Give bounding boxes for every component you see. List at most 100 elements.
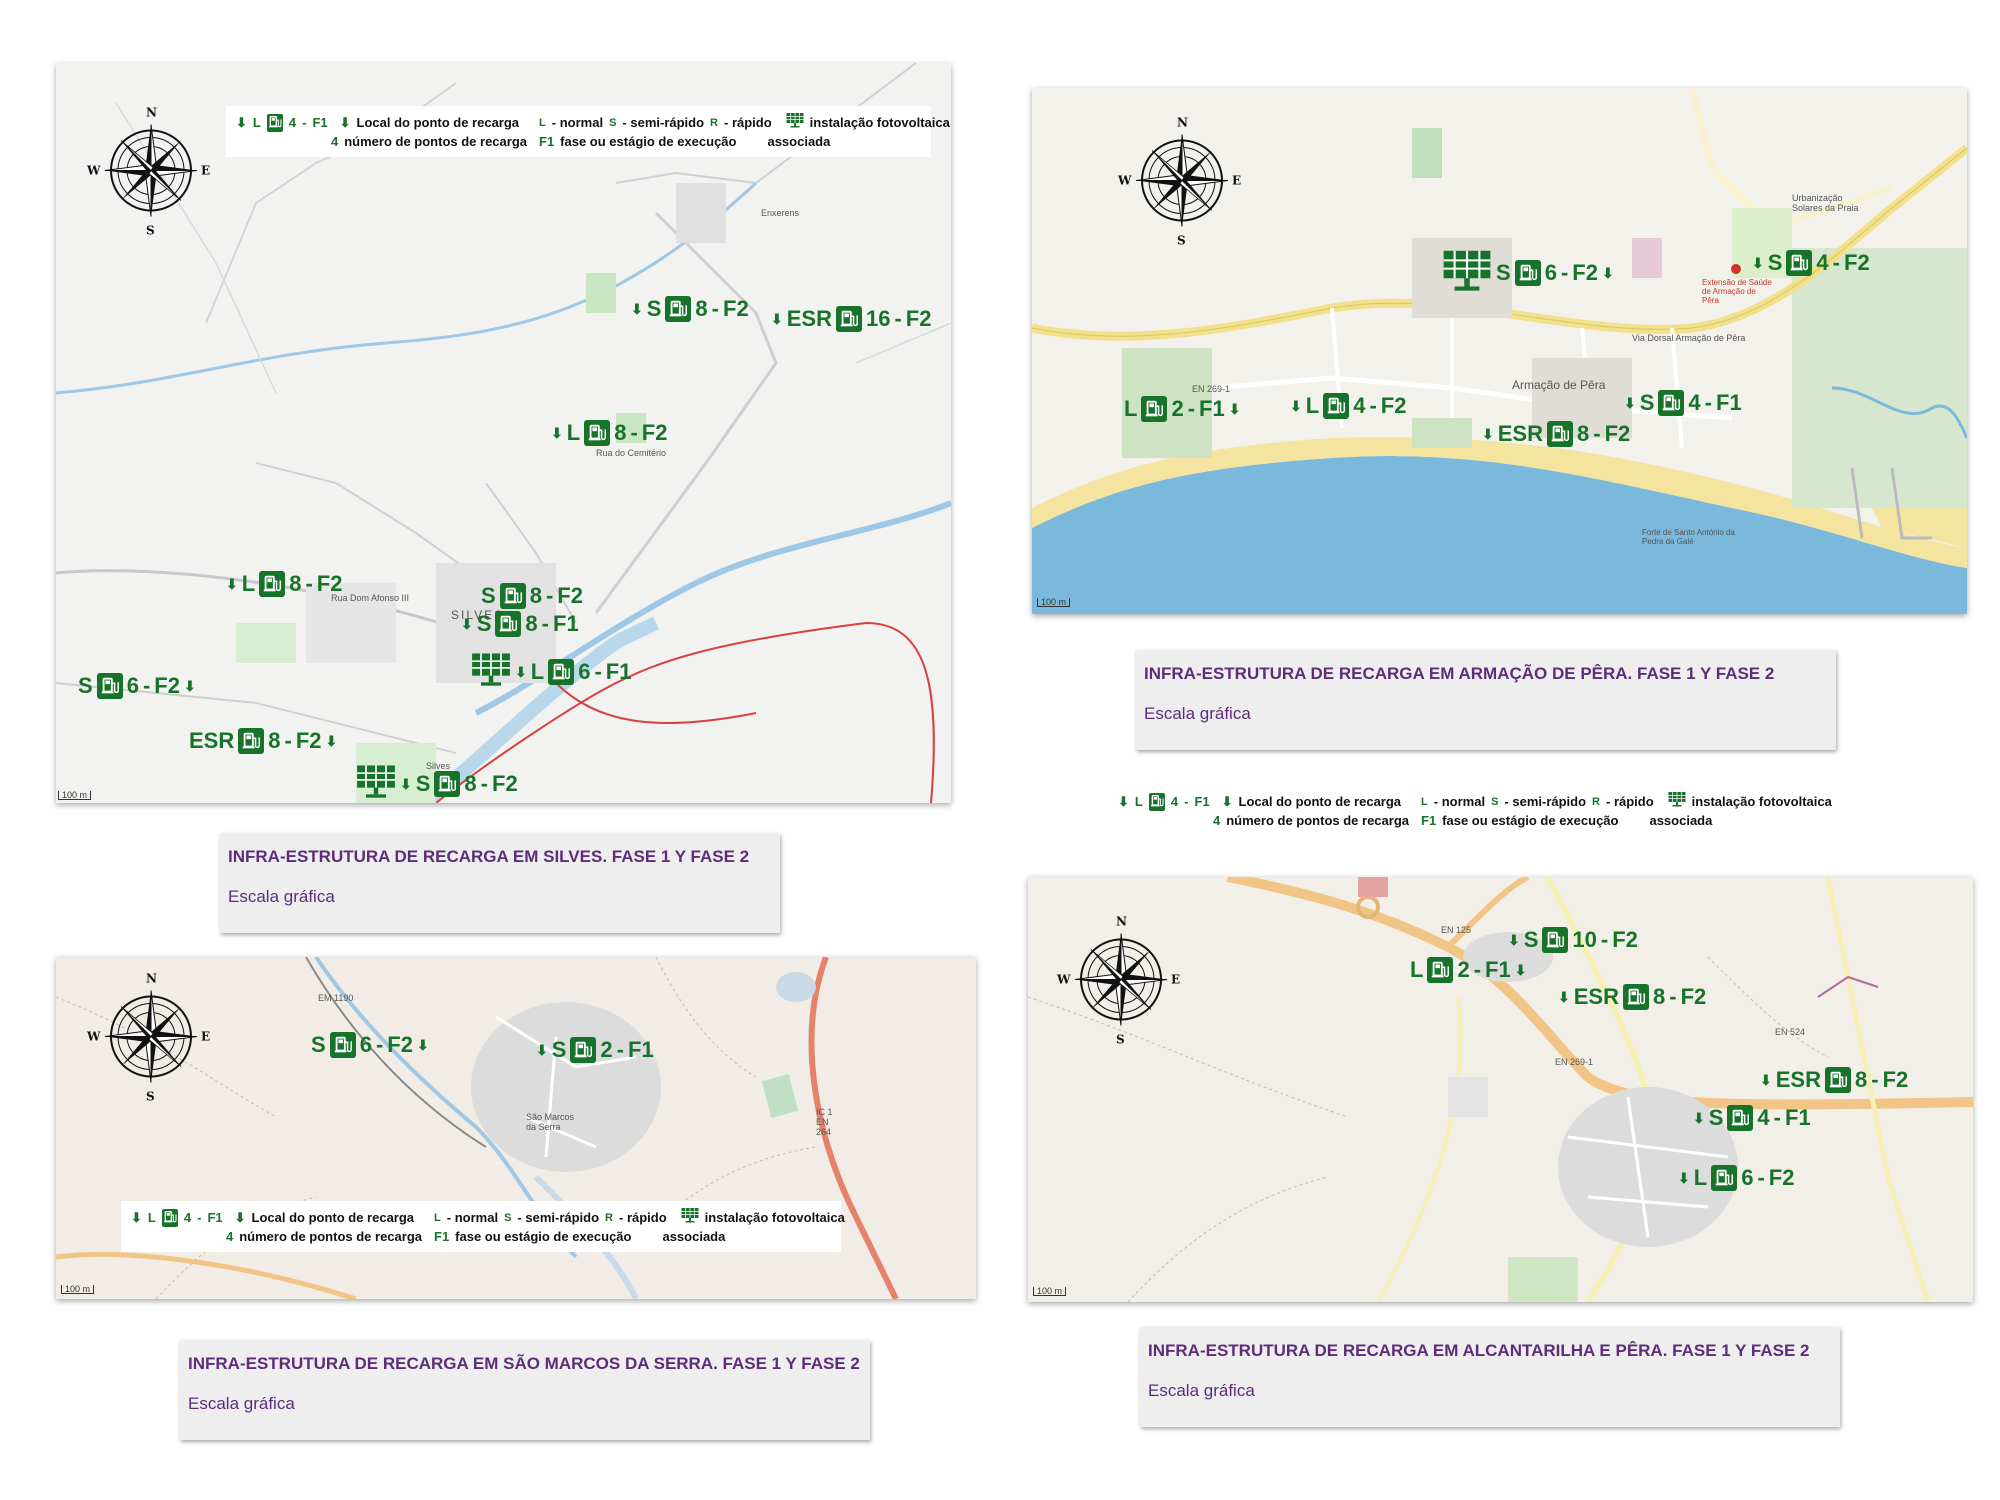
solar-panel-icon <box>785 112 804 133</box>
svg-text:N: N <box>146 972 157 986</box>
charging-point-marker[interactable]: ESR 8- F2 ⬇ <box>189 728 337 754</box>
charger-icon <box>499 583 526 609</box>
charger-icon <box>1658 390 1685 416</box>
legend-pv-text: instalação fotovoltaica <box>809 114 950 130</box>
down-arrow-icon: ⬇ <box>1118 793 1129 809</box>
legend-type-s-text: - semi-rápido <box>622 114 705 130</box>
svg-text:W: W <box>1056 973 1071 987</box>
map-road-label: EN 524 <box>1775 1027 1806 1037</box>
charger-icon <box>1427 957 1454 983</box>
solar-panel-icon <box>471 651 511 693</box>
scale-bar: 100 m <box>1037 598 1071 607</box>
map-road-label: EM 1190 <box>318 993 354 1003</box>
solar-panel-icon <box>680 1207 699 1228</box>
charger-icon <box>1622 984 1649 1010</box>
caption-subtitle: Escala gráfica <box>1148 1381 1255 1400</box>
solar-panel-icon <box>356 763 396 803</box>
charging-point-marker[interactable]: ⬇ L 8- F2 <box>226 571 342 597</box>
map-place-label: Enxerens <box>761 208 800 218</box>
map-road-label: EN 125 <box>1441 925 1472 935</box>
down-arrow-icon: ⬇ <box>339 114 351 130</box>
charger-icon <box>1514 260 1541 286</box>
map-place-label: São Marcos da Serra <box>526 1112 575 1132</box>
scale-bar: 100 m <box>58 791 92 800</box>
caption-armacao: INFRA-ESTRUTURA DE RECARGA EM ARMAÇÃO DE… <box>1136 650 1836 750</box>
legend-phase-text: fase ou estágio de execução <box>560 134 737 149</box>
charger-icon <box>259 571 286 597</box>
scale-bar: 100 m <box>61 1285 95 1294</box>
charging-point-marker[interactable]: ⬇ L 6- F1 <box>471 651 631 693</box>
charging-point-marker[interactable]: L 2- F1 ⬇ <box>1410 957 1526 983</box>
charging-point-marker[interactable]: S 6- F2 ⬇ <box>1442 248 1614 298</box>
legend-type-r-text: - rápido <box>724 114 772 130</box>
charger-icon <box>835 306 862 332</box>
legend-phase-code: F1 <box>539 134 555 149</box>
caption-sao-marcos: INFRA-ESTRUTURA DE RECARGA EM SÃO MARCOS… <box>180 1340 870 1440</box>
charging-point-marker[interactable]: S 6- F2 ⬇ <box>311 1032 429 1058</box>
map-place-label: Armação de Pêra <box>1512 378 1606 392</box>
charging-point-marker[interactable]: ⬇ L 4- F2 <box>1290 393 1406 419</box>
legend: ⬇ L 4 - F1 ⬇ Local do ponto de recarga L… <box>121 1201 845 1252</box>
charger-icon <box>96 673 123 699</box>
map-street-label: Rua Dom Afonso III <box>331 593 410 603</box>
charger-icon <box>1542 927 1569 953</box>
map-silves[interactable]: SILVES Enxerens Rua do Cemitério Rua Dom… <box>56 63 951 803</box>
charger-icon <box>161 1208 178 1227</box>
map-sao-marcos-da-serra[interactable]: São Marcos da Serra EM 1190 IC 1 EN 264 … <box>56 957 976 1299</box>
solar-panel-icon <box>1442 248 1492 298</box>
map-street-label: Via Dorsal Armação de Pêra <box>1632 333 1746 343</box>
caption-subtitle: Escala gráfica <box>1144 704 1251 723</box>
charger-icon <box>1824 1067 1851 1093</box>
charging-point-marker[interactable]: ⬇ S 4- F1 <box>1624 390 1742 416</box>
charging-point-marker[interactable]: S 6- F2 ⬇ <box>78 673 196 699</box>
caption-title: INFRA-ESTRUTURA DE RECARGA EM SILVES. FA… <box>228 847 750 866</box>
map-street-label: EN 269-1 <box>1192 384 1231 394</box>
svg-text:E: E <box>201 1030 210 1044</box>
svg-text:S: S <box>1116 1033 1125 1047</box>
caption-title: INFRA-ESTRUTURA DE RECARGA EM ARMAÇÃO DE… <box>1144 664 1775 683</box>
svg-text:W: W <box>86 1030 101 1044</box>
charger-icon <box>1148 792 1165 811</box>
charging-point-marker[interactable]: ⬇ S 8- F2 <box>631 296 749 322</box>
charger-icon <box>238 728 265 754</box>
map-armacao-de-pera[interactable]: Armação de Pêra Via Dorsal Armação de Pê… <box>1032 88 1967 614</box>
charger-icon <box>570 1037 597 1063</box>
charging-point-marker[interactable]: ⬇ S 2- F1 <box>536 1037 654 1063</box>
charging-point-marker[interactable]: ⬇ ESR 8- F2 <box>1558 984 1706 1010</box>
charging-point-marker[interactable]: S 8- F2 <box>481 583 583 609</box>
legend: ⬇ L 4 - F1 ⬇ Local do ponto de recarga L… <box>1108 785 1832 836</box>
legend: ⬇ L 4 - F1 ⬇ Local do ponto de recarga L… <box>226 106 950 157</box>
charging-point-marker[interactable]: ⬇ S 4- F1 <box>1693 1105 1811 1131</box>
legend-sample-count: 4 <box>288 114 297 130</box>
charging-point-marker[interactable]: ⬇ S 4- F2 <box>1752 250 1870 276</box>
charging-point-marker[interactable]: ⬇ ESR 16- F2 <box>771 306 931 332</box>
compass-e: E <box>201 164 210 178</box>
down-arrow-icon: ⬇ <box>131 1209 142 1225</box>
svg-text:S: S <box>1177 234 1186 248</box>
legend-count-text: número de pontos de recarga <box>344 134 527 149</box>
legend-sample-phase: F1 <box>312 114 328 130</box>
charging-point-marker[interactable]: ⬇ L 8- F2 <box>551 420 667 446</box>
charging-point-marker[interactable]: ⬇ S 8- F2 <box>356 763 518 803</box>
down-arrow-icon: ⬇ <box>234 1209 246 1225</box>
charging-point-marker[interactable]: ⬇ S 10- F2 <box>1508 927 1638 953</box>
charging-point-marker[interactable]: L 2- F1 ⬇ <box>1124 396 1240 422</box>
charging-point-marker[interactable]: ⬇ ESR 8- F2 <box>1482 421 1630 447</box>
compass-rose-icon: N S W E <box>86 103 216 268</box>
compass-rose-icon: N S W E <box>86 969 216 1134</box>
legend-count-digit: 4 <box>331 134 339 149</box>
svg-text:N: N <box>1116 915 1127 929</box>
map-alcantarilha[interactable]: EN 125 EN 269-1 EN 524 N S W E ⬇ S 10- F2 … <box>1028 877 1973 1302</box>
svg-text:W: W <box>1117 174 1132 188</box>
charger-icon <box>434 771 461 797</box>
charging-point-marker[interactable]: ⬇ L 6- F2 <box>1678 1165 1794 1191</box>
legend-type-l: L <box>539 116 546 129</box>
caption-alcantarilha: INFRA-ESTRUTURA DE RECARGA EM ALCANTARIL… <box>1140 1327 1840 1427</box>
charger-icon <box>1711 1165 1738 1191</box>
charger-icon <box>1546 421 1573 447</box>
charging-point-marker[interactable]: ⬇ ESR 8- F2 <box>1760 1067 1908 1093</box>
legend-pv-text2: associada <box>767 134 831 149</box>
caption-silves: INFRA-ESTRUTURA DE RECARGA EM SILVES. FA… <box>220 833 780 933</box>
compass-s: S <box>146 224 155 238</box>
charging-point-marker[interactable]: ⬇ S 8- F1 <box>461 611 579 637</box>
